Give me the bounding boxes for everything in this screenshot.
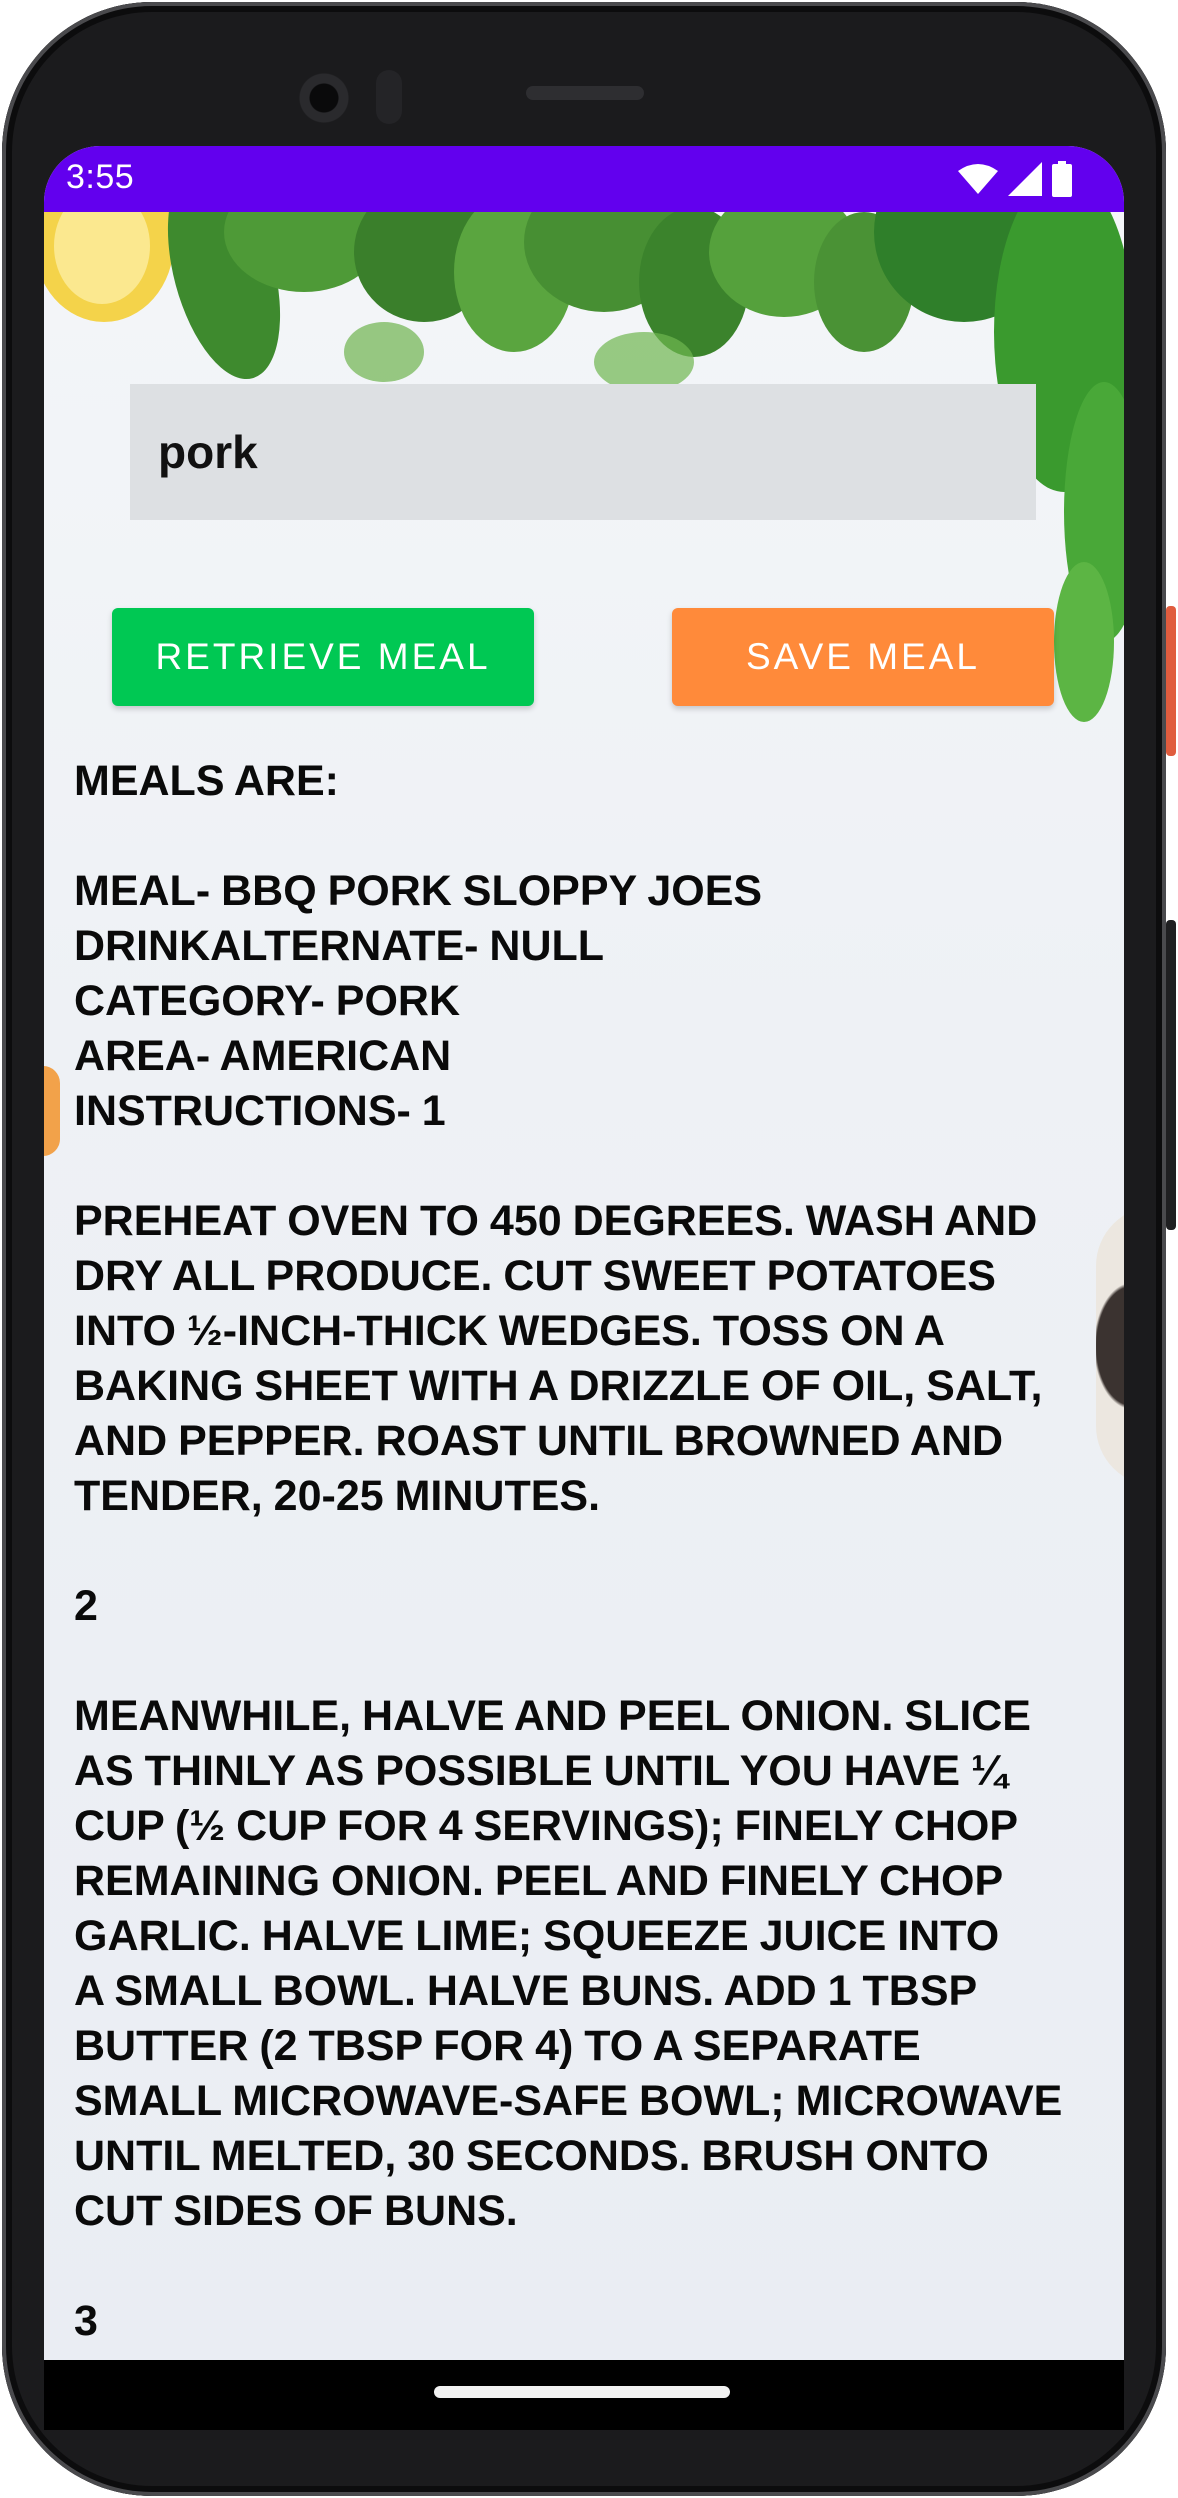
- meal-search-input[interactable]: pork: [130, 384, 1036, 520]
- orange-background-image: [44, 1066, 60, 1156]
- app-screen: 3:55 pork RETRIEVE MEAL SAVE MEAL MEALS …: [44, 146, 1124, 2360]
- cell-signal-icon: [1008, 162, 1042, 196]
- volume-rocker[interactable]: [1166, 920, 1176, 1230]
- front-camera-icon: [296, 70, 352, 126]
- save-meal-button[interactable]: SAVE MEAL: [672, 608, 1054, 706]
- status-icons: [958, 156, 1072, 202]
- home-gesture-handle[interactable]: [434, 2386, 730, 2398]
- gesture-nav-bar: [44, 2360, 1124, 2430]
- phone-device: 3:55 pork RETRIEVE MEAL SAVE MEAL MEALS …: [0, 0, 1178, 2498]
- meal-result-text: MEALS ARE: MEAL- BBQ PORK SLOPPY JOES DR…: [74, 757, 1063, 2345]
- status-bar: 3:55: [44, 146, 1124, 212]
- status-time: 3:55: [66, 158, 135, 196]
- meal-search-value: pork: [158, 426, 258, 478]
- proximity-sensor: [376, 70, 402, 124]
- retrieve-meal-button[interactable]: RETRIEVE MEAL: [112, 608, 534, 706]
- battery-icon: [1052, 161, 1072, 197]
- earpiece-speaker: [526, 86, 644, 100]
- wifi-icon: [958, 164, 998, 194]
- power-button[interactable]: [1166, 606, 1176, 756]
